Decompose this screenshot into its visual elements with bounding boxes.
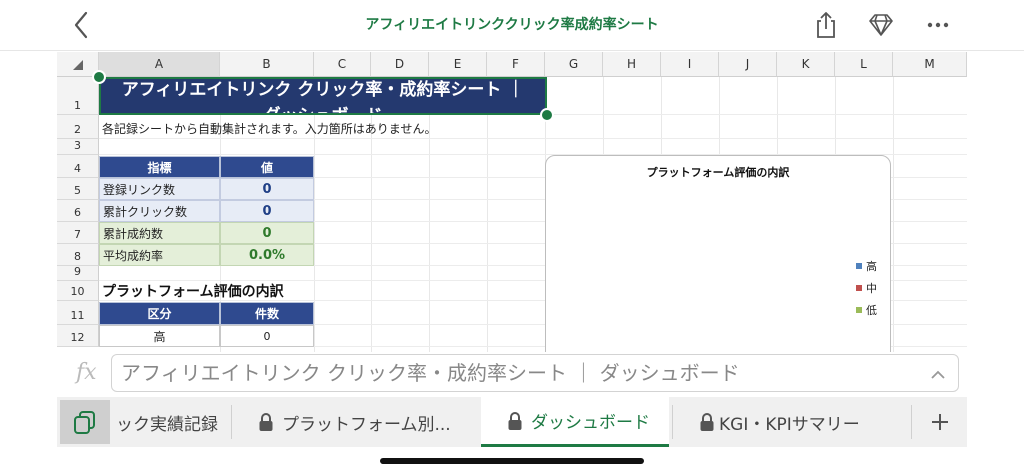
row-header[interactable]: 6 xyxy=(57,200,99,222)
chart-object[interactable]: プラットフォーム評価の内訳 高中低 xyxy=(545,155,891,367)
tab-sheet-2[interactable]: プラットフォーム別... xyxy=(232,397,477,447)
breakdown-label[interactable]: 高 xyxy=(99,325,220,347)
chart-svg: プラットフォーム評価の内訳 高中低 xyxy=(647,165,877,317)
kpi-value[interactable]: 0.0% xyxy=(220,244,314,266)
column-header[interactable]: G xyxy=(545,52,603,77)
kpi-value[interactable]: 0 xyxy=(220,178,314,200)
breakdown-header-category[interactable]: 区分 xyxy=(99,302,220,325)
row-header[interactable]: 11 xyxy=(57,301,99,325)
kpi-header-value[interactable]: 値 xyxy=(220,156,314,178)
selection-handle-top-left[interactable] xyxy=(92,70,106,84)
lock-icon xyxy=(259,413,273,431)
plus-icon xyxy=(931,414,948,430)
title-banner-cell[interactable]: アフィリエイトリンク クリック率・成約率シート ｜ ダッシュボード xyxy=(99,77,547,115)
kpi-value[interactable]: 0 xyxy=(220,222,314,244)
row-header[interactable]: 12 xyxy=(57,325,99,347)
add-sheet-button[interactable] xyxy=(912,397,967,447)
sheets-overview-button[interactable] xyxy=(60,400,110,444)
row-header[interactable]: 10 xyxy=(57,281,99,301)
column-header[interactable]: C xyxy=(314,52,371,77)
chart-legend: 高中低 xyxy=(856,259,877,317)
kpi-header-metric[interactable]: 指標 xyxy=(99,156,220,178)
column-header[interactable]: J xyxy=(719,52,777,77)
lock-icon xyxy=(508,411,522,430)
breakdown-title: プラットフォーム評価の内訳 xyxy=(102,284,284,300)
breakdown-header-count[interactable]: 件数 xyxy=(220,302,314,325)
tab-label: プラットフォーム別... xyxy=(282,414,451,435)
kpi-label[interactable]: 平均成約率 xyxy=(99,244,220,266)
column-header[interactable]: M xyxy=(893,52,967,77)
title-banner-text: アフィリエイトリンク クリック率・成約率シート ｜ ダッシュボード xyxy=(121,80,525,113)
row-header[interactable]: 7 xyxy=(57,222,99,244)
tab-label: ック実績記録 xyxy=(116,414,218,435)
tab-sheet-3[interactable]: ダッシュボード xyxy=(481,397,669,447)
column-header[interactable]: F xyxy=(487,52,545,77)
breakdown-value[interactable]: 0 xyxy=(220,325,314,347)
fx-icon: fx xyxy=(76,360,97,385)
row-header[interactable]: 2 xyxy=(57,115,99,139)
diamond-icon xyxy=(869,14,893,36)
row-header[interactable]: 8 xyxy=(57,244,99,266)
share-button[interactable] xyxy=(811,10,841,40)
row-header[interactable]: 3 xyxy=(57,139,99,155)
legend-swatch xyxy=(856,263,862,269)
home-indicator xyxy=(380,458,644,464)
legend-swatch xyxy=(856,285,862,291)
chevron-up-icon xyxy=(931,370,945,379)
formula-input[interactable]: アフィリエイトリンク クリック率・成約率シート ｜ ダッシュボード xyxy=(111,354,959,392)
row-header[interactable]: 9 xyxy=(57,265,99,281)
tab-label: KGI・KPIサマリー xyxy=(719,414,860,435)
tab-sheet-1[interactable]: ック実績記録 xyxy=(110,397,231,447)
sheets-copy-icon xyxy=(74,411,95,434)
tab-sheet-4[interactable]: KGI・KPIサマリー xyxy=(673,397,911,447)
corner-triangle-icon xyxy=(72,60,83,70)
legend-label: 低 xyxy=(866,304,877,317)
chart-title: プラットフォーム評価の内訳 xyxy=(647,165,791,179)
kpi-label[interactable]: 累計クリック数 xyxy=(99,200,220,222)
column-header[interactable]: H xyxy=(603,52,661,77)
tab-label: ダッシュボード xyxy=(531,413,650,433)
legend-swatch xyxy=(856,307,862,313)
share-icon xyxy=(817,12,835,38)
column-header[interactable]: L xyxy=(835,52,893,77)
column-header[interactable]: D xyxy=(371,52,429,77)
more-button[interactable] xyxy=(923,10,953,40)
legend-label: 高 xyxy=(866,259,877,273)
row-header[interactable]: 4 xyxy=(57,155,99,178)
note-text: 各記録シートから自動集計されます。入力箇所はありません。 xyxy=(102,121,437,136)
column-header[interactable]: B xyxy=(220,52,314,77)
kpi-value[interactable]: 0 xyxy=(220,200,314,222)
column-header[interactable]: I xyxy=(661,52,719,77)
kpi-label[interactable]: 登録リンク数 xyxy=(99,178,220,200)
legend-label: 中 xyxy=(866,282,877,295)
kpi-label[interactable]: 累計成約数 xyxy=(99,222,220,244)
column-header[interactable]: E xyxy=(429,52,487,77)
premium-button[interactable] xyxy=(866,10,896,40)
column-header[interactable]: K xyxy=(777,52,835,77)
lock-icon xyxy=(700,413,714,431)
ellipsis-icon xyxy=(927,22,949,28)
row-header[interactable]: 1 xyxy=(57,77,99,115)
expand-formula-button[interactable] xyxy=(928,364,948,384)
row-header[interactable]: 5 xyxy=(57,178,99,200)
column-header[interactable]: A xyxy=(99,52,220,77)
